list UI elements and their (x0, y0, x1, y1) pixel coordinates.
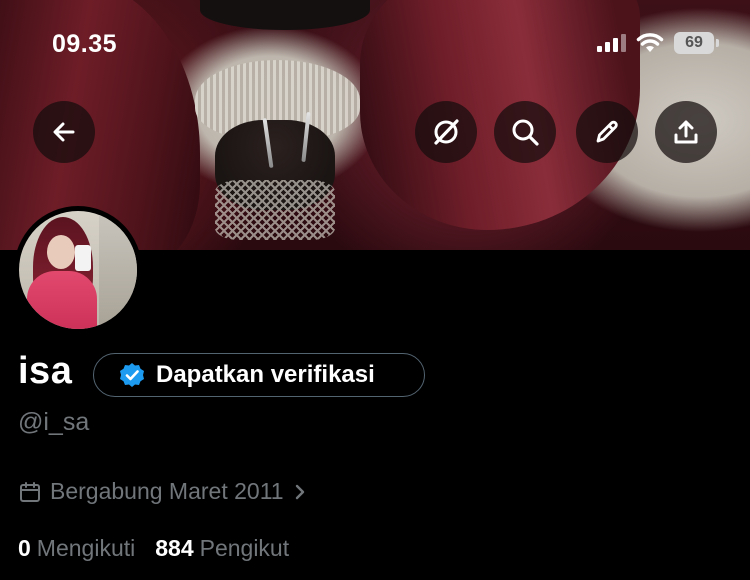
wifi-icon (636, 33, 664, 52)
edit-button[interactable] (576, 101, 638, 163)
cellular-signal-icon (597, 34, 626, 52)
avatar[interactable] (14, 206, 142, 334)
user-handle: @i_sa (18, 408, 90, 436)
share-icon (674, 120, 698, 144)
share-button[interactable] (655, 101, 717, 163)
search-icon (512, 119, 539, 146)
following-count: 0 (18, 535, 31, 561)
follow-stats: 0 Mengikuti 884 Pengikut (18, 535, 289, 562)
grok-icon (434, 119, 459, 145)
display-name: isa (18, 350, 73, 392)
followers-count: 884 (155, 535, 194, 561)
back-arrow-icon (53, 122, 75, 142)
pencil-icon (596, 120, 618, 143)
following-link[interactable]: 0 Mengikuti (18, 535, 135, 562)
following-label: Mengikuti (36, 535, 136, 561)
calendar-icon (20, 481, 40, 502)
search-button[interactable] (494, 101, 556, 163)
get-verified-label: Dapatkan verifikasi (156, 361, 375, 388)
followers-link[interactable]: 884 Pengikut (155, 535, 289, 562)
followers-label: Pengikut (199, 535, 290, 561)
joined-date-text: Bergabung Maret 2011 (50, 478, 284, 504)
status-time: 09.35 (52, 30, 118, 58)
joined-date-row[interactable]: Bergabung Maret 2011 (18, 478, 308, 505)
verified-badge-icon (120, 363, 144, 387)
avatar-photo (19, 211, 137, 329)
chevron-right-icon (295, 484, 304, 499)
battery-icon: 69 (674, 32, 719, 54)
get-verified-button[interactable]: Dapatkan verifikasi (93, 353, 425, 397)
status-icons: 69 (597, 32, 719, 54)
grok-button[interactable] (415, 101, 477, 163)
banner-lace (215, 180, 335, 240)
back-button[interactable] (33, 101, 95, 163)
banner-necklace (200, 0, 370, 30)
battery-level: 69 (685, 34, 703, 51)
